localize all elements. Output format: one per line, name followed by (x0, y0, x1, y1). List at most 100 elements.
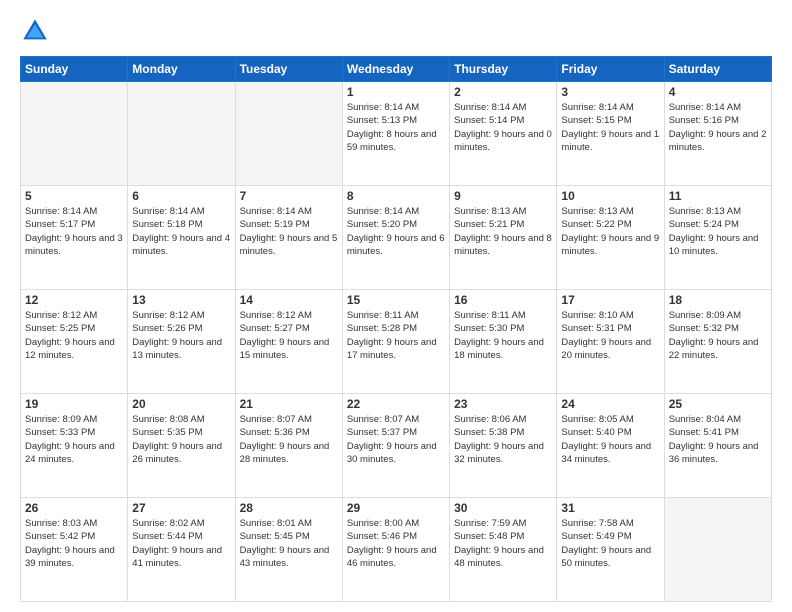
day-number: 20 (132, 397, 230, 411)
day-info: Sunrise: 8:09 AM Sunset: 5:32 PM Dayligh… (669, 309, 767, 362)
day-number: 14 (240, 293, 338, 307)
week-row-1: 1 Sunrise: 8:14 AM Sunset: 5:13 PM Daylig… (21, 82, 772, 186)
calendar-cell: 25 Sunrise: 8:04 AM Sunset: 5:41 PM Dayli… (664, 394, 771, 498)
calendar-cell: 14 Sunrise: 8:12 AM Sunset: 5:27 PM Dayli… (235, 290, 342, 394)
day-info: Sunrise: 7:58 AM Sunset: 5:49 PM Dayligh… (561, 517, 659, 570)
day-number: 29 (347, 501, 445, 515)
day-number: 11 (669, 189, 767, 203)
day-info: Sunrise: 8:14 AM Sunset: 5:13 PM Dayligh… (347, 101, 445, 154)
calendar-cell: 20 Sunrise: 8:08 AM Sunset: 5:35 PM Dayli… (128, 394, 235, 498)
day-info: Sunrise: 8:12 AM Sunset: 5:27 PM Dayligh… (240, 309, 338, 362)
day-info: Sunrise: 8:14 AM Sunset: 5:18 PM Dayligh… (132, 205, 230, 258)
day-number: 5 (25, 189, 123, 203)
day-number: 4 (669, 85, 767, 99)
calendar-cell (128, 82, 235, 186)
day-info: Sunrise: 8:10 AM Sunset: 5:31 PM Dayligh… (561, 309, 659, 362)
calendar-cell: 4Sunrise: 8:14 AM Sunset: 5:16 PM Daylig… (664, 82, 771, 186)
day-number: 6 (132, 189, 230, 203)
day-number: 10 (561, 189, 659, 203)
day-number: 31 (561, 501, 659, 515)
header (20, 16, 772, 46)
day-number: 27 (132, 501, 230, 515)
calendar-cell: 6 Sunrise: 8:14 AM Sunset: 5:18 PM Daylig… (128, 186, 235, 290)
week-row-5: 26 Sunrise: 8:03 AM Sunset: 5:42 PM Dayli… (21, 498, 772, 602)
day-number: 7 (240, 189, 338, 203)
weekday-header-thursday: Thursday (450, 57, 557, 82)
calendar-cell: 24 Sunrise: 8:05 AM Sunset: 5:40 PM Dayli… (557, 394, 664, 498)
day-number: 17 (561, 293, 659, 307)
day-info: Sunrise: 8:09 AM Sunset: 5:33 PM Dayligh… (25, 413, 123, 466)
calendar-cell: 15 Sunrise: 8:11 AM Sunset: 5:28 PM Dayli… (342, 290, 449, 394)
day-info: Sunrise: 8:01 AM Sunset: 5:45 PM Dayligh… (240, 517, 338, 570)
day-number: 1 (347, 85, 445, 99)
calendar-cell: 26 Sunrise: 8:03 AM Sunset: 5:42 PM Dayli… (21, 498, 128, 602)
weekday-header-saturday: Saturday (664, 57, 771, 82)
day-info: Sunrise: 8:02 AM Sunset: 5:44 PM Dayligh… (132, 517, 230, 570)
weekday-header-monday: Monday (128, 57, 235, 82)
calendar-cell: 9 Sunrise: 8:13 AM Sunset: 5:21 PM Daylig… (450, 186, 557, 290)
day-info: Sunrise: 8:14 AM Sunset: 5:15 PM Dayligh… (561, 101, 659, 154)
calendar-cell: 7 Sunrise: 8:14 AM Sunset: 5:19 PM Daylig… (235, 186, 342, 290)
day-info: Sunrise: 8:11 AM Sunset: 5:28 PM Dayligh… (347, 309, 445, 362)
calendar-cell: 3 Sunrise: 8:14 AM Sunset: 5:15 PM Daylig… (557, 82, 664, 186)
day-info: Sunrise: 8:12 AM Sunset: 5:25 PM Dayligh… (25, 309, 123, 362)
day-number: 30 (454, 501, 552, 515)
calendar-cell: 23 Sunrise: 8:06 AM Sunset: 5:38 PM Dayli… (450, 394, 557, 498)
calendar-cell: 28 Sunrise: 8:01 AM Sunset: 5:45 PM Dayli… (235, 498, 342, 602)
weekday-header-friday: Friday (557, 57, 664, 82)
day-number: 18 (669, 293, 767, 307)
day-number: 21 (240, 397, 338, 411)
calendar-cell: 21 Sunrise: 8:07 AM Sunset: 5:36 PM Dayli… (235, 394, 342, 498)
calendar-table: SundayMondayTuesdayWednesdayThursdayFrid… (20, 56, 772, 602)
calendar-cell: 18 Sunrise: 8:09 AM Sunset: 5:32 PM Dayli… (664, 290, 771, 394)
day-number: 12 (25, 293, 123, 307)
day-info: Sunrise: 8:14 AM Sunset: 5:14 PM Dayligh… (454, 101, 552, 154)
calendar-cell: 19 Sunrise: 8:09 AM Sunset: 5:33 PM Dayli… (21, 394, 128, 498)
weekday-header-row: SundayMondayTuesdayWednesdayThursdayFrid… (21, 57, 772, 82)
calendar-cell: 27 Sunrise: 8:02 AM Sunset: 5:44 PM Dayli… (128, 498, 235, 602)
day-info: Sunrise: 8:00 AM Sunset: 5:46 PM Dayligh… (347, 517, 445, 570)
day-number: 28 (240, 501, 338, 515)
weekday-header-tuesday: Tuesday (235, 57, 342, 82)
weekday-header-wednesday: Wednesday (342, 57, 449, 82)
day-number: 16 (454, 293, 552, 307)
week-row-2: 5Sunrise: 8:14 AM Sunset: 5:17 PM Daylig… (21, 186, 772, 290)
day-info: Sunrise: 8:08 AM Sunset: 5:35 PM Dayligh… (132, 413, 230, 466)
day-number: 19 (25, 397, 123, 411)
calendar-cell: 31 Sunrise: 7:58 AM Sunset: 5:49 PM Dayli… (557, 498, 664, 602)
day-info: Sunrise: 8:06 AM Sunset: 5:38 PM Dayligh… (454, 413, 552, 466)
calendar-cell: 11Sunrise: 8:13 AM Sunset: 5:24 PM Dayli… (664, 186, 771, 290)
calendar-cell: 8Sunrise: 8:14 AM Sunset: 5:20 PM Daylig… (342, 186, 449, 290)
page: SundayMondayTuesdayWednesdayThursdayFrid… (0, 0, 792, 612)
calendar-cell (21, 82, 128, 186)
calendar-cell (235, 82, 342, 186)
week-row-4: 19 Sunrise: 8:09 AM Sunset: 5:33 PM Dayli… (21, 394, 772, 498)
day-number: 13 (132, 293, 230, 307)
day-number: 23 (454, 397, 552, 411)
day-number: 15 (347, 293, 445, 307)
day-info: Sunrise: 8:12 AM Sunset: 5:26 PM Dayligh… (132, 309, 230, 362)
weekday-header-sunday: Sunday (21, 57, 128, 82)
calendar-cell: 30Sunrise: 7:59 AM Sunset: 5:48 PM Dayli… (450, 498, 557, 602)
day-number: 24 (561, 397, 659, 411)
day-info: Sunrise: 8:13 AM Sunset: 5:22 PM Dayligh… (561, 205, 659, 258)
calendar-cell: 17 Sunrise: 8:10 AM Sunset: 5:31 PM Dayli… (557, 290, 664, 394)
day-info: Sunrise: 8:14 AM Sunset: 5:19 PM Dayligh… (240, 205, 338, 258)
day-info: Sunrise: 8:11 AM Sunset: 5:30 PM Dayligh… (454, 309, 552, 362)
day-info: Sunrise: 8:04 AM Sunset: 5:41 PM Dayligh… (669, 413, 767, 466)
day-number: 3 (561, 85, 659, 99)
calendar-cell: 22Sunrise: 8:07 AM Sunset: 5:37 PM Dayli… (342, 394, 449, 498)
day-info: Sunrise: 8:13 AM Sunset: 5:21 PM Dayligh… (454, 205, 552, 258)
day-number: 25 (669, 397, 767, 411)
day-info: Sunrise: 8:03 AM Sunset: 5:42 PM Dayligh… (25, 517, 123, 570)
day-number: 26 (25, 501, 123, 515)
day-info: Sunrise: 8:07 AM Sunset: 5:37 PM Dayligh… (347, 413, 445, 466)
calendar-cell (664, 498, 771, 602)
day-info: Sunrise: 8:07 AM Sunset: 5:36 PM Dayligh… (240, 413, 338, 466)
logo (20, 16, 54, 46)
calendar-cell: 2Sunrise: 8:14 AM Sunset: 5:14 PM Daylig… (450, 82, 557, 186)
calendar-cell: 10 Sunrise: 8:13 AM Sunset: 5:22 PM Dayli… (557, 186, 664, 290)
day-info: Sunrise: 8:05 AM Sunset: 5:40 PM Dayligh… (561, 413, 659, 466)
calendar-cell: 29 Sunrise: 8:00 AM Sunset: 5:46 PM Dayli… (342, 498, 449, 602)
day-number: 9 (454, 189, 552, 203)
